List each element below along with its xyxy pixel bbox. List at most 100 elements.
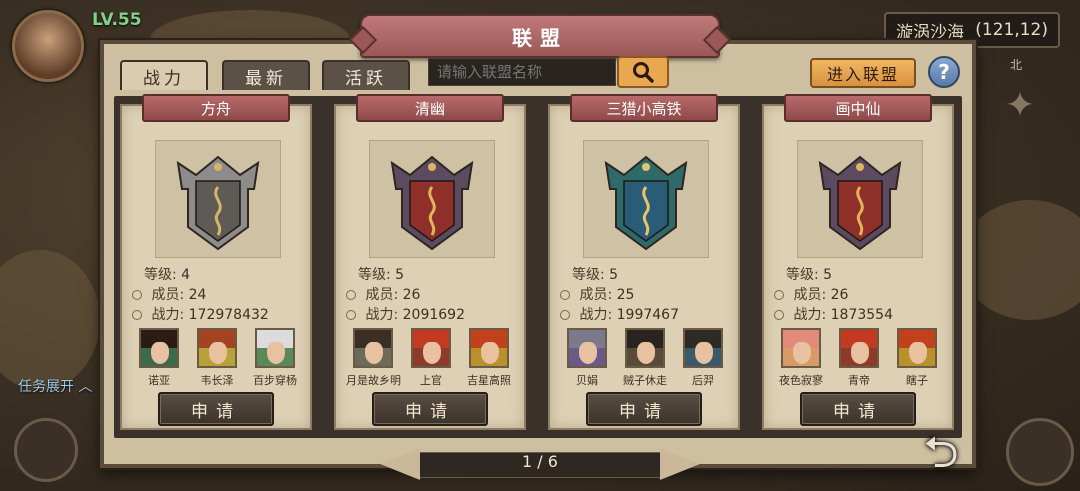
alliance-card[interactable]: 清幽 等级: 5 成员: 26 战力: 2091692 月是故乡明 上官 吉星高…	[334, 94, 526, 430]
alliance-emblem-icon	[155, 140, 281, 258]
level-value: 5	[395, 267, 405, 283]
leader-name: 夜色寂寥	[779, 374, 823, 387]
leader-item[interactable]: 瞎子	[890, 328, 944, 388]
power-value: 172978432	[188, 307, 269, 323]
leader-item[interactable]: 后羿	[676, 328, 730, 388]
player-avatar[interactable]	[12, 10, 84, 82]
apply-button[interactable]: 申请	[158, 392, 274, 426]
level-value: 5	[609, 267, 619, 283]
leader-avatar	[353, 328, 393, 368]
members-icon	[560, 290, 570, 300]
alliance-power: 战力: 1997467	[560, 304, 679, 324]
power-value: 1997467	[616, 307, 679, 323]
leader-item[interactable]: 月是故乡明	[346, 328, 401, 388]
leader-name: 贝娟	[576, 374, 598, 387]
leader-avatar	[469, 328, 509, 368]
leader-avatar	[625, 328, 665, 368]
power-label: 战力:	[793, 307, 827, 323]
leader-name: 贼子休走	[623, 374, 667, 387]
leader-list: 诺亚 韦长泽 百步穿杨	[132, 328, 302, 388]
leader-name: 后羿	[692, 374, 714, 387]
leader-avatar	[781, 328, 821, 368]
level-label: 等级:	[572, 267, 605, 283]
city-button[interactable]	[1006, 418, 1074, 486]
leader-avatar	[839, 328, 879, 368]
help-button[interactable]: ?	[928, 56, 960, 88]
alliance-members: 成员: 26	[774, 284, 848, 304]
power-value: 2091692	[402, 307, 465, 323]
alliance-name: 清幽	[356, 94, 504, 122]
members-label: 成员:	[365, 287, 399, 303]
alliance-card[interactable]: 三猎小高铁 等级: 5 成员: 25 战力: 1997467 贝娟 贼子休走 后…	[548, 94, 740, 430]
alliance-power: 战力: 2091692	[346, 304, 465, 324]
leader-item[interactable]: 青帝	[832, 328, 886, 388]
tab-label: 战力	[143, 68, 185, 89]
leader-item[interactable]: 上官	[404, 328, 458, 388]
tab-power[interactable]: 战力	[120, 60, 208, 90]
alliance-level: 等级: 5	[572, 264, 618, 284]
page-indicator: 1 / 6	[522, 452, 558, 471]
player-level: LV.55	[92, 10, 142, 30]
search-button[interactable]	[617, 56, 669, 88]
leader-item[interactable]: 夜色寂寥	[774, 328, 828, 388]
power-value: 1873554	[830, 307, 893, 323]
alliance-name: 三猎小高铁	[570, 94, 718, 122]
task-toggle[interactable]: 任务展开 ︿	[18, 376, 92, 396]
apply-button[interactable]: 申请	[800, 392, 916, 426]
members-label: 成员:	[579, 287, 613, 303]
members-value: 24	[188, 287, 207, 303]
tab-active[interactable]: 活跃	[322, 60, 410, 90]
apply-button[interactable]: 申请	[372, 392, 488, 426]
leader-item[interactable]: 百步穿杨	[248, 328, 302, 388]
members-value: 26	[402, 287, 421, 303]
power-label: 战力:	[365, 307, 399, 323]
leader-name: 韦长泽	[200, 374, 234, 387]
leader-avatar	[197, 328, 237, 368]
alliance-name: 画中仙	[784, 94, 932, 122]
search-icon	[633, 62, 654, 83]
alliance-emblem-icon	[583, 140, 709, 258]
map-terrain	[960, 200, 1080, 320]
leader-item[interactable]: 诺亚	[132, 328, 186, 388]
compass-icon: ✦	[1004, 85, 1036, 126]
leader-item[interactable]: 贼子休走	[618, 328, 672, 388]
alliance-emblem-icon	[369, 140, 495, 258]
power-icon	[346, 310, 356, 320]
back-arrow-icon[interactable]: ⮌	[910, 424, 972, 482]
leader-avatar	[897, 328, 937, 368]
leader-item[interactable]: 吉星高照	[462, 328, 516, 388]
leader-name: 百步穿杨	[253, 374, 297, 387]
alliance-level: 等级: 4	[144, 264, 190, 284]
chevron-up-icon: ︿	[78, 379, 93, 395]
level-value: 4	[181, 267, 191, 283]
alliance-emblem-icon	[797, 140, 923, 258]
power-icon	[774, 310, 784, 320]
next-page-arrow-icon[interactable]	[660, 448, 700, 480]
members-value: 25	[616, 287, 635, 303]
leader-name: 青帝	[848, 374, 870, 387]
apply-button[interactable]: 申请	[586, 392, 702, 426]
alliance-search-input[interactable]	[428, 58, 616, 86]
members-label: 成员:	[151, 287, 185, 303]
tab-label: 最新	[245, 68, 287, 89]
pagination: 1 / 6	[380, 448, 700, 480]
leader-item[interactable]: 韦长泽	[190, 328, 244, 388]
enter-alliance-button[interactable]: 进入联盟	[810, 58, 916, 88]
alliance-power: 战力: 1873554	[774, 304, 893, 324]
location-coords: (121,12)	[975, 20, 1048, 40]
task-toggle-label: 任务展开	[18, 379, 74, 395]
level-label: 等级:	[786, 267, 819, 283]
leader-item[interactable]: 贝娟	[560, 328, 614, 388]
map-button[interactable]	[14, 418, 78, 482]
power-label: 战力:	[151, 307, 185, 323]
alliance-card[interactable]: 方舟 等级: 4 成员: 24 战力: 172978432 诺亚 韦长泽 百步穿…	[120, 94, 312, 430]
location-name: 漩涡沙海	[896, 22, 964, 43]
tab-newest[interactable]: 最新	[222, 60, 310, 90]
alliance-members: 成员: 26	[346, 284, 420, 304]
alliance-card[interactable]: 画中仙 等级: 5 成员: 26 战力: 1873554 夜色寂寥 青帝 瞎子 …	[762, 94, 954, 430]
members-label: 成员:	[793, 287, 827, 303]
members-value: 26	[830, 287, 849, 303]
tab-label: 活跃	[345, 68, 387, 89]
leader-name: 诺亚	[148, 374, 170, 387]
map-terrain	[0, 250, 100, 390]
